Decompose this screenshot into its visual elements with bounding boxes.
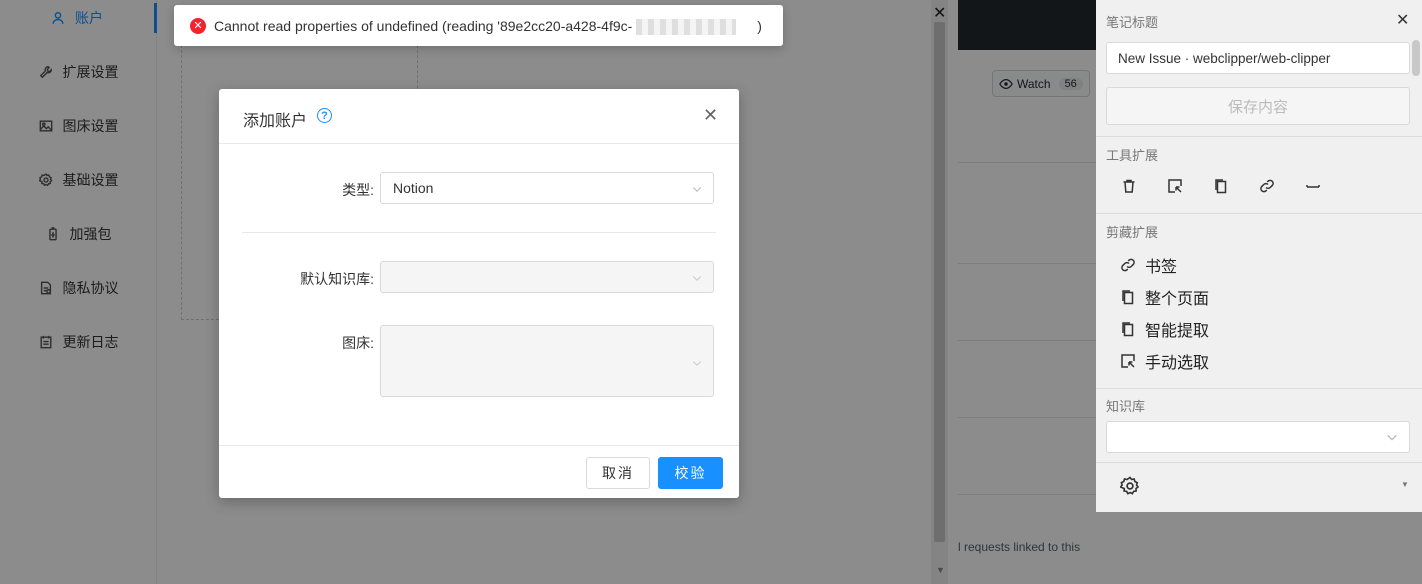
scrollbar-thumb[interactable] xyxy=(1412,40,1420,76)
clip-item-label: 整个页面 xyxy=(1145,291,1210,308)
clipper-scrollbar[interactable] xyxy=(1410,0,1422,512)
link-icon[interactable] xyxy=(1257,176,1277,196)
tools-label: 工具扩展 xyxy=(1106,148,1159,163)
minus-icon[interactable] xyxy=(1303,176,1323,196)
verify-button[interactable]: 校验 xyxy=(658,457,723,489)
copy-icon xyxy=(1122,290,1134,305)
close-icon[interactable]: ✕ xyxy=(703,105,718,126)
chevron-down-icon xyxy=(1387,434,1397,441)
imagehost-label: 图床: xyxy=(342,335,374,351)
chevron-down-icon xyxy=(692,276,702,282)
error-toast: ✕ Cannot read properties of undefined (r… xyxy=(174,5,783,46)
error-icon: ✕ xyxy=(190,17,206,34)
type-select-value: Notion xyxy=(393,180,434,196)
modal-footer: 取消 校验 xyxy=(219,445,739,498)
default-repository-select[interactable] xyxy=(380,261,714,293)
clip-item-label: 手动选取 xyxy=(1145,355,1210,372)
clip-full-page[interactable]: 整个页面 xyxy=(1120,285,1209,309)
clip-item-label: 书签 xyxy=(1145,259,1178,276)
copy-icon xyxy=(1122,322,1134,337)
divider xyxy=(1096,462,1422,463)
toast-message-text: Cannot read properties of undefined (rea… xyxy=(214,17,633,34)
clip-manual-select[interactable]: 手动选取 xyxy=(1120,349,1209,373)
toast-message-suffix: ) xyxy=(757,17,762,34)
select-area-icon xyxy=(1121,354,1135,368)
note-title-label: 笔记标题 xyxy=(1106,15,1159,30)
repository-label: 知识库 xyxy=(1106,399,1146,414)
clip-smart-extract[interactable]: 智能提取 xyxy=(1120,317,1209,341)
type-label: 类型: xyxy=(342,182,374,198)
type-select[interactable]: Notion xyxy=(380,172,714,204)
divider xyxy=(1096,388,1422,389)
trash-icon[interactable] xyxy=(1119,176,1139,196)
default-repository-label: 默认知识库: xyxy=(300,271,374,287)
gear-icon[interactable] xyxy=(1120,476,1140,496)
divider xyxy=(1096,136,1422,137)
divider xyxy=(242,232,716,233)
redacted-blur xyxy=(636,19,736,35)
add-account-modal: 添加账户 ? ✕ 类型: Notion 默认知识库: 图床: 取消 校验 xyxy=(219,89,739,498)
chevron-down-icon xyxy=(692,187,702,193)
modal-header: 添加账户 ? ✕ xyxy=(219,89,739,144)
caret-down-icon[interactable]: ▼ xyxy=(1401,480,1409,489)
chevron-down-icon xyxy=(692,361,702,367)
copy-icon[interactable] xyxy=(1211,176,1231,196)
imagehost-select[interactable] xyxy=(380,325,714,397)
select-area-icon[interactable] xyxy=(1165,176,1185,196)
clip-item-label: 智能提取 xyxy=(1145,323,1210,340)
cancel-button[interactable]: 取消 xyxy=(586,457,650,489)
divider xyxy=(1096,213,1422,214)
clip-extensions-label: 剪藏扩展 xyxy=(1106,225,1159,240)
save-content-button[interactable]: 保存内容 xyxy=(1106,87,1410,125)
help-icon[interactable]: ? xyxy=(317,108,332,123)
close-icon[interactable]: ✕ xyxy=(1396,10,1409,30)
repository-select[interactable] xyxy=(1106,421,1410,453)
clipper-panel: 笔记标题 ✕ 保存内容 工具扩展 剪藏扩展 书签 整个页面 智能提取 手动选取 … xyxy=(1096,0,1422,512)
modal-title: 添加账户 xyxy=(243,113,308,130)
clip-bookmark[interactable]: 书签 xyxy=(1120,253,1177,277)
note-title-input[interactable] xyxy=(1106,42,1410,74)
link-icon xyxy=(1121,258,1135,272)
